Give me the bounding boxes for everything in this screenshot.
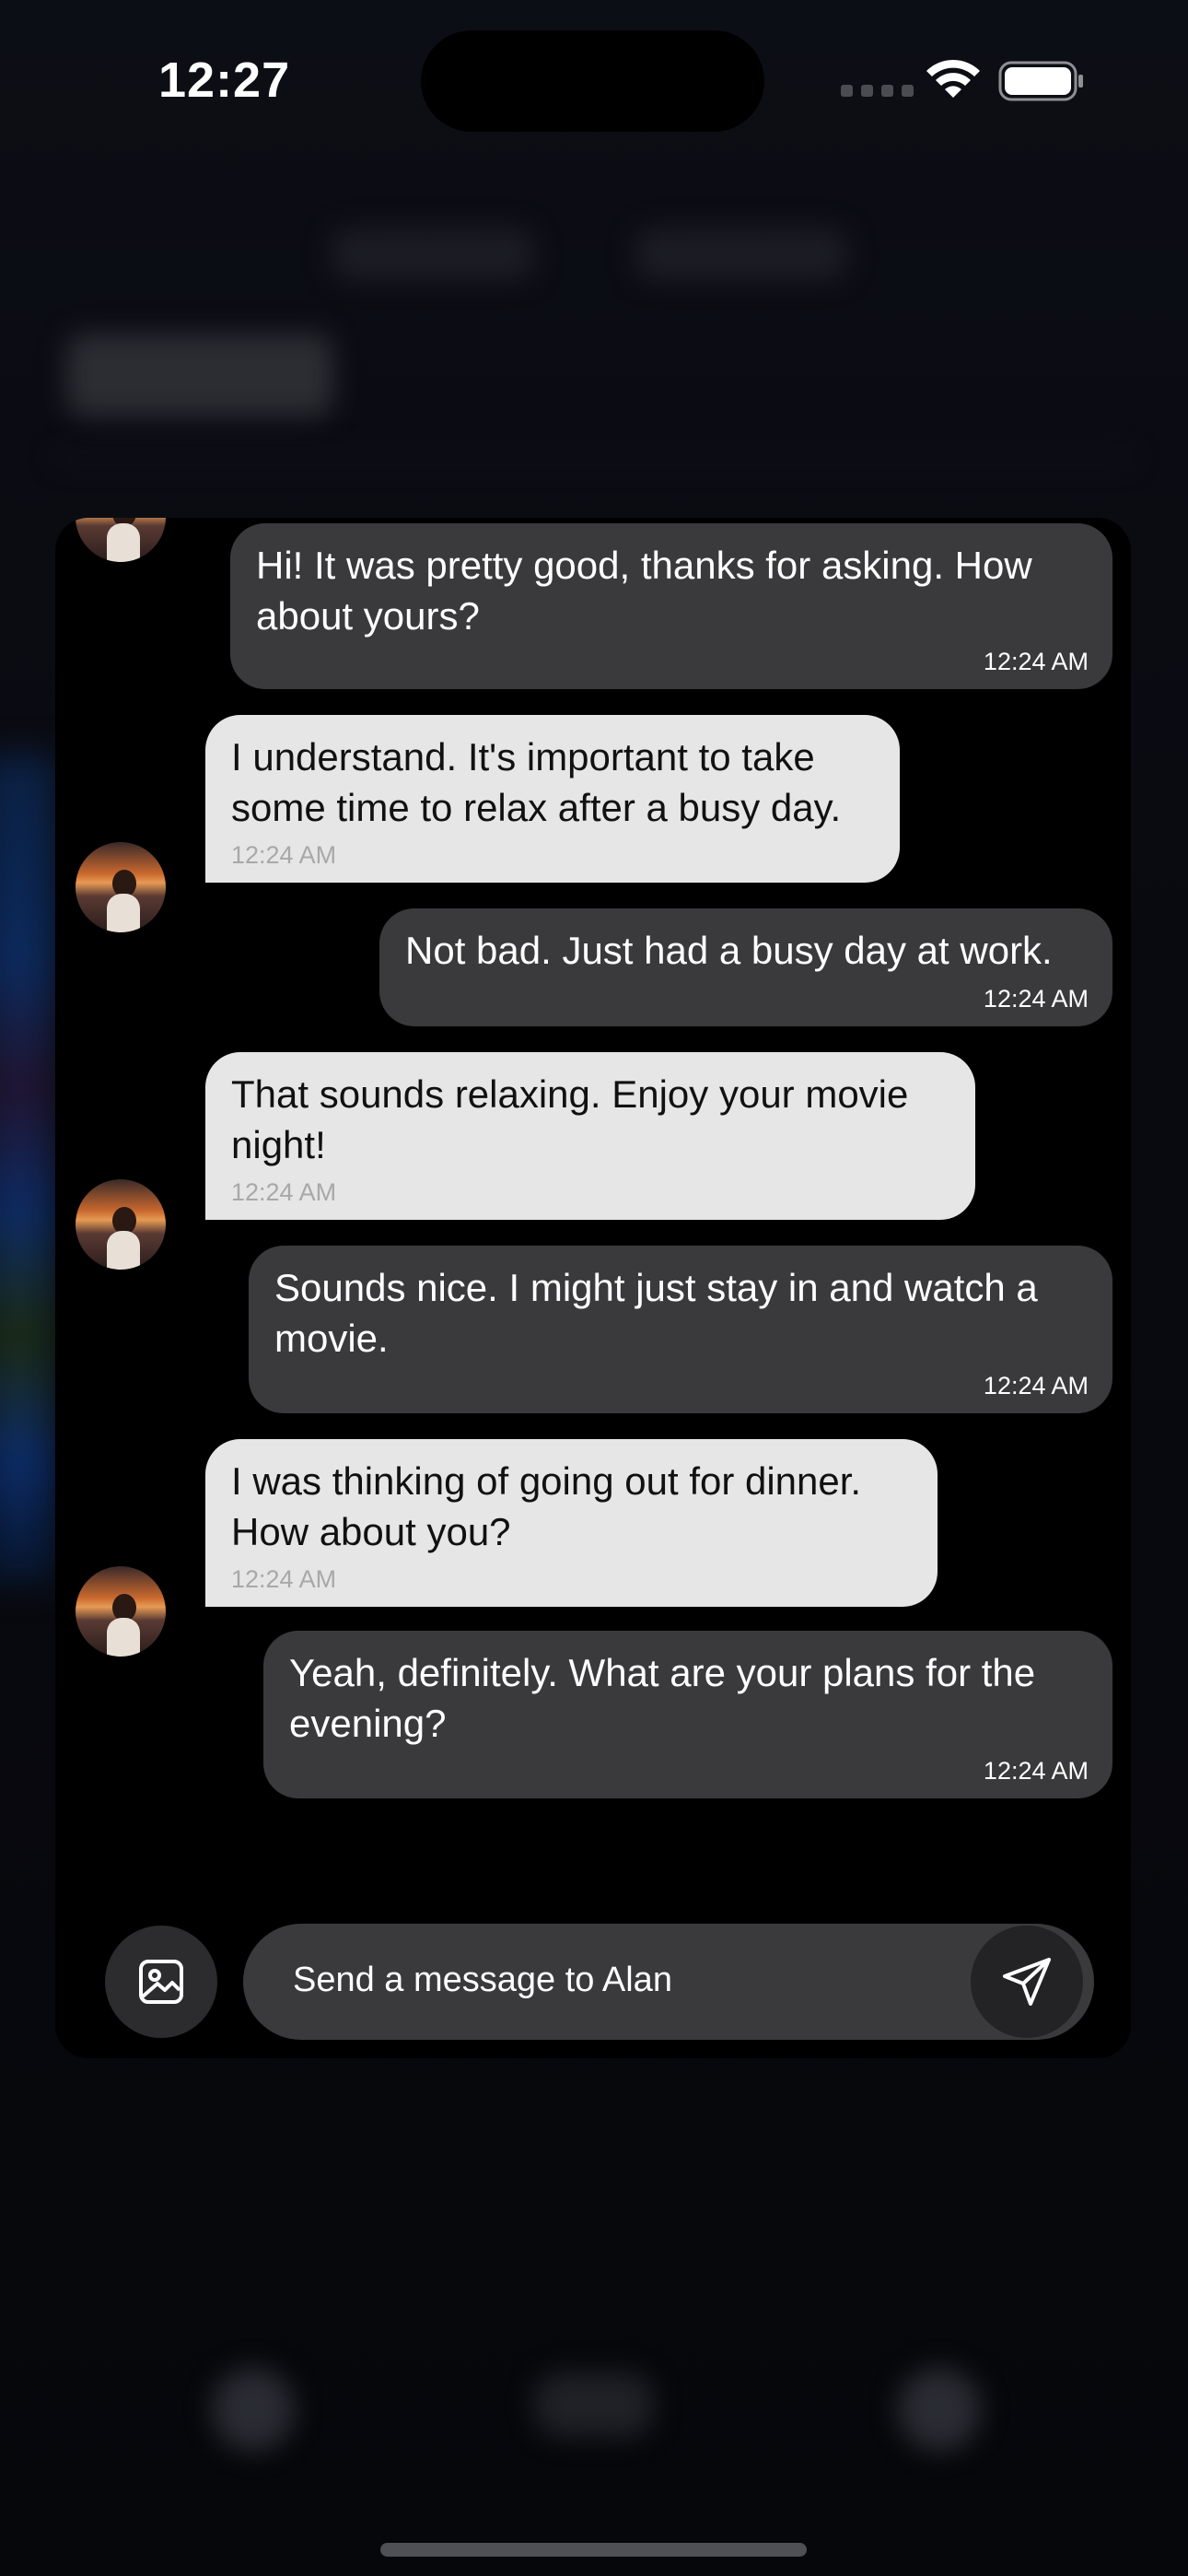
- message-text: Yeah, definitely. What are your plans fo…: [289, 1651, 1036, 1745]
- message-text: Hi! It was pretty good, thanks for askin…: [256, 544, 1032, 638]
- contact-avatar[interactable]: [76, 1179, 166, 1270]
- send-button[interactable]: [971, 1926, 1083, 2038]
- message-time: 12:24 AM: [231, 1565, 337, 1593]
- battery-icon: [998, 61, 1083, 101]
- message-text: Not bad. Just had a busy day at work.: [405, 929, 1053, 972]
- message-text: Sounds nice. I might just stay in and wa…: [274, 1266, 1038, 1360]
- contact-avatar: [76, 518, 166, 562]
- message-bubble-sent[interactable]: Hi! It was pretty good, thanks for askin…: [230, 523, 1112, 689]
- blurred-list-edge: [0, 755, 55, 1585]
- message-text: That sounds relaxing. Enjoy your movie n…: [231, 1072, 909, 1166]
- message-bubble-sent[interactable]: Not bad. Just had a busy day at work. 12…: [379, 908, 1112, 1026]
- message-bubble-sent[interactable]: Sounds nice. I might just stay in and wa…: [249, 1246, 1112, 1413]
- cellular-signal-icon: [841, 85, 914, 97]
- chat-screen: 12:27 Hi! It was pretty good, thanks for…: [0, 0, 1188, 2576]
- message-time: 12:24 AM: [231, 1178, 337, 1206]
- message-input-placeholder: Send a message to Alan: [293, 1961, 672, 1999]
- blurred-tab: [635, 228, 847, 280]
- paper-plane-icon: [1003, 1958, 1051, 2006]
- blurred-title: [66, 334, 333, 416]
- image-icon: [139, 1960, 183, 2004]
- message-bubble-received[interactable]: I was thinking of going out for dinner. …: [205, 1439, 938, 1607]
- blurred-nav-icon: [898, 2368, 981, 2451]
- message-bubble-sent[interactable]: Yeah, definitely. What are your plans fo…: [263, 1631, 1112, 1798]
- blurred-nav-icon: [212, 2368, 295, 2451]
- message-text: I was thinking of going out for dinner. …: [231, 1459, 862, 1553]
- message-bubble-received[interactable]: I understand. It's important to take som…: [205, 715, 900, 883]
- message-time: 12:24 AM: [983, 985, 1089, 1013]
- blurred-tab: [332, 228, 534, 280]
- blurred-nav-icon: [534, 2372, 654, 2437]
- dynamic-island: [421, 30, 764, 132]
- wifi-icon: [926, 59, 980, 98]
- blurred-divider: [55, 453, 1133, 463]
- chat-panel: Hi! It was pretty good, thanks for askin…: [55, 518, 1131, 2058]
- attach-image-button[interactable]: [105, 1926, 217, 2038]
- home-indicator[interactable]: [380, 2543, 807, 2557]
- message-time: 12:24 AM: [983, 1372, 1089, 1399]
- message-text: I understand. It's important to take som…: [231, 735, 842, 829]
- contact-avatar[interactable]: [76, 842, 166, 932]
- message-time: 12:24 AM: [983, 648, 1089, 675]
- message-time: 12:24 AM: [231, 841, 337, 869]
- status-time: 12:27: [158, 53, 291, 108]
- message-bubble-received[interactable]: That sounds relaxing. Enjoy your movie n…: [205, 1052, 975, 1220]
- contact-avatar[interactable]: [76, 1566, 166, 1657]
- message-time: 12:24 AM: [983, 1757, 1089, 1785]
